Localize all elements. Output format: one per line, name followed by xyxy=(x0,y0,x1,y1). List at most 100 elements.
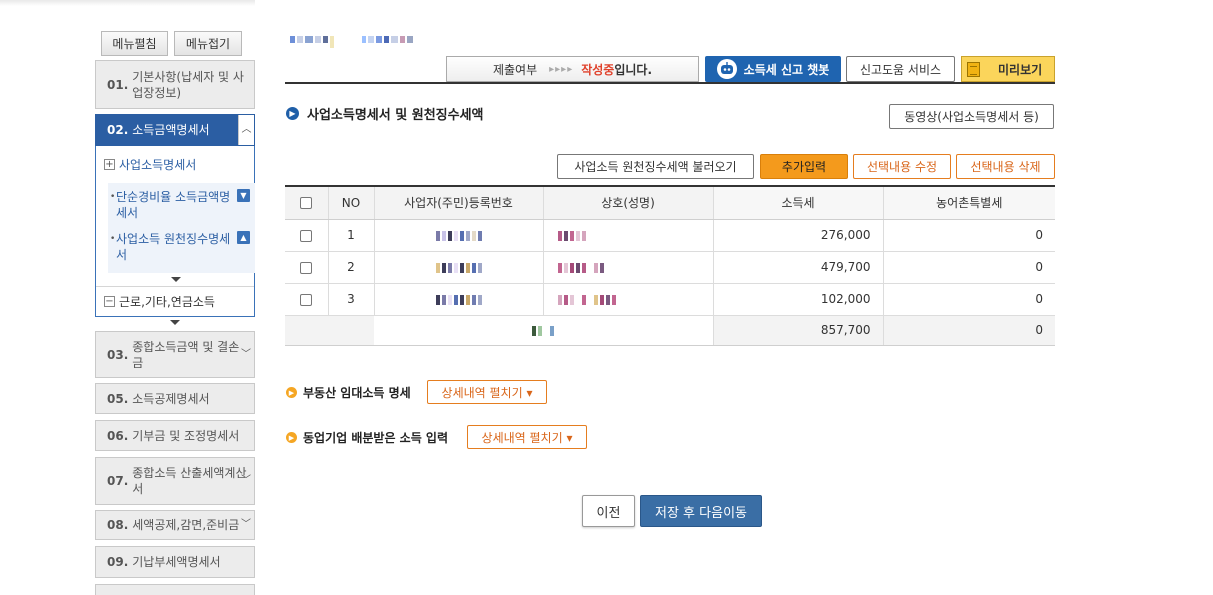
row-checkbox[interactable] xyxy=(300,229,313,242)
redacted-business-name xyxy=(557,294,616,305)
header-divider xyxy=(285,82,1055,84)
preview-button[interactable]: 미리보기 xyxy=(961,56,1055,82)
arrow-right-icon: ▶ xyxy=(286,107,299,120)
menu-collapse-button[interactable]: 메뉴접기 xyxy=(174,31,242,56)
sidebar-item-number: 08. xyxy=(107,518,129,532)
total-label-cell xyxy=(374,315,713,346)
sidebar-item-label: 기납부세액명세서 xyxy=(132,555,221,569)
coop-income-text: 동업기업 배분받은 소득 입력 xyxy=(303,431,449,445)
table-header-row: NO 사업자(주민)등록번호 상호(성명) 소득세 농어촌특별세 xyxy=(285,185,1055,220)
redacted-reg-number xyxy=(435,294,482,305)
submission-status: 제출여부 ▸▸▸▸ 작성중 입니다. xyxy=(446,56,699,82)
section-title: ▶ 사업소득명세서 및 원천징수세액 xyxy=(286,104,484,123)
video-guide-button[interactable]: 동영상(사업소득명세서 등) xyxy=(889,104,1054,129)
total-rural-tax: 0 xyxy=(882,315,1055,346)
sidebar-leaf-group: 단순경비율 소득금액명세서 ▼ 사업소득 원천징수명세서 ▲ xyxy=(108,183,255,273)
rent-detail-expand-button[interactable]: 상세내역 펼치기 ▾ xyxy=(427,380,547,404)
cell-reg-number xyxy=(373,251,543,284)
chevron-down-icon[interactable]: ▼ xyxy=(237,189,250,202)
sidebar-item-prepaid-tax[interactable]: 09. 기납부세액명세서 xyxy=(95,546,255,578)
row-select-cell xyxy=(285,283,328,316)
cell-business-name xyxy=(542,283,713,316)
sidebar-item-total-income[interactable]: 03. 종합소득금액 및 결손금 ﹀ xyxy=(95,331,255,378)
row-checkbox[interactable] xyxy=(300,261,313,274)
sidebar-item-number: 01. xyxy=(107,77,129,92)
select-all-checkbox[interactable] xyxy=(300,197,313,210)
cell-income-tax: 276,000 xyxy=(712,219,883,252)
sidebar-item-number: 03. xyxy=(107,347,129,362)
cell-rural-tax: 0 xyxy=(882,251,1055,284)
sidebar-leaf-simple-expense[interactable]: 단순경비율 소득금액명세서 xyxy=(110,189,234,221)
redacted-reg-number xyxy=(435,230,482,241)
sidebar-item-deduction[interactable]: 05. 소득공제명세서 xyxy=(95,383,255,414)
scroll-down-icon[interactable] xyxy=(171,277,181,282)
status-suffix: 입니다. xyxy=(614,62,653,77)
help-service-button[interactable]: 신고도움 서비스 xyxy=(846,56,955,82)
sidebar-sub-label: 근로,기타,연금소득 xyxy=(119,295,215,309)
sidebar-item-number: 06. xyxy=(107,428,129,443)
status-value: 작성중 xyxy=(581,62,615,77)
redacted-reg-number xyxy=(435,262,482,273)
sidebar-leaf-withholding[interactable]: 사업소득 원천징수명세서 xyxy=(110,231,234,263)
preview-label: 미리보기 xyxy=(998,62,1043,77)
sidebar-item-label: 기부금 및 조정명세서 xyxy=(132,428,240,443)
coop-income-label: ▶ 동업기업 배분받은 소득 입력 xyxy=(286,429,448,446)
chevron-down-icon[interactable]: ﹀ xyxy=(241,347,251,363)
cell-rural-tax: 0 xyxy=(882,283,1055,316)
cell-no: 2 xyxy=(327,251,374,284)
scroll-down-icon[interactable] xyxy=(170,320,180,325)
rent-income-text: 부동산 임대소득 명세 xyxy=(303,386,411,400)
sidebar-item-income-statement[interactable]: 02. 소득금액명세서 ︿ xyxy=(95,114,255,146)
total-blank-cell xyxy=(285,315,374,346)
table-row[interactable]: 2 479,700 0 xyxy=(285,251,1055,284)
cell-business-name xyxy=(542,251,713,284)
sidebar-item-next[interactable] xyxy=(95,584,255,595)
sidebar-item-tax-calc[interactable]: 07. 종합소득 산출세액계산서 ﹀ xyxy=(95,457,255,505)
cell-income-tax: 102,000 xyxy=(712,283,883,316)
document-icon xyxy=(967,61,980,77)
sidebar-item-number: 09. xyxy=(107,555,129,569)
save-next-button[interactable]: 저장 후 다음이동 xyxy=(640,495,762,527)
delete-selected-button[interactable]: 선택내용 삭제 xyxy=(956,154,1055,179)
withholding-table: NO 사업자(주민)등록번호 상호(성명) 소득세 농어촌특별세 1 276,0… xyxy=(285,185,1055,346)
sidebar-item-label: 종합소득금액 및 결손금 xyxy=(132,339,240,370)
divider xyxy=(96,286,254,287)
collapse-minus-icon[interactable]: − xyxy=(104,296,115,307)
row-checkbox[interactable] xyxy=(300,293,313,306)
add-input-button[interactable]: 추가입력 xyxy=(760,154,848,179)
edit-selected-button[interactable]: 선택내용 수정 xyxy=(853,154,951,179)
cell-business-name xyxy=(542,219,713,252)
cell-no: 1 xyxy=(327,219,374,252)
redacted-taxpayer-name xyxy=(290,36,413,48)
table-row[interactable]: 1 276,000 0 xyxy=(285,219,1055,252)
sidebar-top-shadow xyxy=(0,0,255,6)
load-withholding-button[interactable]: 사업소득 원천징수세액 불러오기 xyxy=(557,154,754,179)
coop-detail-expand-button[interactable]: 상세내역 펼치기 ▾ xyxy=(467,425,587,449)
sidebar-item-tax-credit[interactable]: 08. 세액공제,감면,준비금 ﹀ xyxy=(95,510,255,540)
sidebar-sub-other-income[interactable]: − 근로,기타,연금소득 xyxy=(104,293,215,310)
arrow-right-icon: ▶ xyxy=(286,432,297,443)
chatbot-button[interactable]: 소득세 신고 챗봇 xyxy=(705,56,841,82)
menu-expand-button[interactable]: 메뉴펼침 xyxy=(101,31,168,56)
chevron-up-icon[interactable]: ︿ xyxy=(238,115,254,145)
chevron-up-icon[interactable]: ▲ xyxy=(237,231,250,244)
total-income-tax: 857,700 xyxy=(712,315,883,346)
redacted-total-label xyxy=(532,325,555,336)
collapse-plus-icon[interactable]: + xyxy=(104,159,115,170)
row-select-cell xyxy=(285,219,328,252)
sidebar-item-donation[interactable]: 06. 기부금 및 조정명세서 xyxy=(95,420,255,451)
col-header-reg-number: 사업자(주민)등록번호 xyxy=(373,185,543,220)
sidebar-sub-business-income[interactable]: + 사업소득명세서 xyxy=(104,156,196,173)
prev-button[interactable]: 이전 xyxy=(582,495,635,527)
redacted-business-name xyxy=(557,262,604,273)
cell-reg-number xyxy=(373,219,543,252)
chatbot-icon xyxy=(716,59,737,79)
cell-reg-number xyxy=(373,283,543,316)
sidebar-leaf-label: 단순경비율 소득금액명세서 xyxy=(116,190,231,220)
chevron-down-icon[interactable]: ﹀ xyxy=(241,473,251,489)
sidebar-item-basic-info[interactable]: 01. 기본사항(납세자 및 사업장정보) xyxy=(95,60,255,109)
chevron-down-icon[interactable]: ﹀ xyxy=(241,517,251,533)
table-row[interactable]: 3 102,000 0 xyxy=(285,283,1055,316)
col-header-no: NO xyxy=(327,185,374,220)
sidebar-item-number: 02. xyxy=(107,123,129,137)
